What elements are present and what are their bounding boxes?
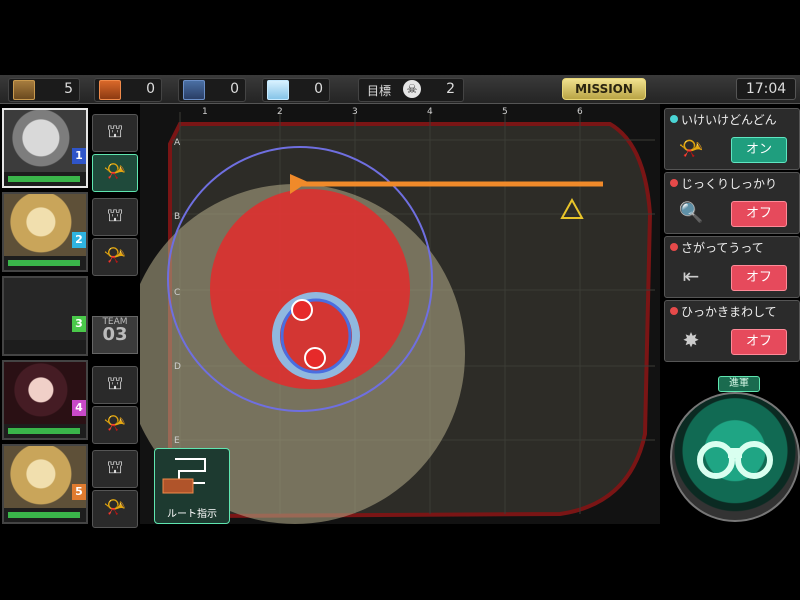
- hp-bar: [8, 428, 80, 434]
- resource-count: 0: [314, 81, 323, 97]
- unit-card-1[interactable]: 1: [2, 108, 88, 188]
- tactic-option-4: ひっかきまわして ✸ オフ: [664, 300, 800, 362]
- unit-card-5[interactable]: 5: [2, 444, 88, 524]
- resource-orange: 0: [94, 78, 162, 102]
- hp-bar: [8, 176, 80, 182]
- route-label: ルート指示: [167, 509, 217, 520]
- tactic-title: ひっかきまわして: [681, 305, 777, 319]
- tactic-title: さがってうって: [681, 241, 764, 255]
- unit-number: 2: [72, 232, 86, 248]
- unit-list: 1 2 3 4 5: [0, 104, 90, 524]
- unit-command-column: ⛫ 📯 ⛫ 📯 TEAM 03 ⛫ 📯 ⛫ 📯: [90, 104, 140, 528]
- orange-crate-icon: [99, 80, 121, 100]
- row-label: C: [174, 288, 181, 298]
- skull-icon: ☠: [403, 80, 421, 98]
- enemy-marker[interactable]: [304, 347, 326, 369]
- tactic-title: じっくりしっかり: [681, 177, 778, 191]
- row-label: A: [174, 138, 181, 148]
- status-lamp: [670, 179, 678, 187]
- goal-label: 目標: [367, 84, 392, 98]
- tactic-title: いけいけどんどん: [681, 113, 777, 127]
- team-badge: TEAM 03: [92, 316, 138, 354]
- tactic-option-1: いけいけどんどん 📯 オン: [664, 108, 800, 170]
- status-lamp: [670, 115, 678, 123]
- trumpet-icon[interactable]: 📯: [92, 238, 138, 276]
- trumpet-icon[interactable]: 📯: [92, 406, 138, 444]
- cannon-icon[interactable]: ⛫: [92, 450, 138, 488]
- col-label: 4: [427, 107, 433, 117]
- status-lamp: [670, 243, 678, 251]
- resource-count: 0: [146, 81, 155, 97]
- wood-crate-icon: [13, 80, 35, 100]
- mission-button[interactable]: MISSION: [562, 78, 646, 100]
- hp-bar: [8, 260, 80, 266]
- retreat-icon: ⇤: [682, 264, 700, 288]
- cannon-icon[interactable]: ⛫: [92, 114, 138, 152]
- resource-count: 0: [230, 81, 239, 97]
- resource-wood: 5: [8, 78, 80, 102]
- status-lamp: [670, 307, 678, 315]
- blue-crate-icon: [183, 80, 205, 100]
- tactic-option-3: さがってうって ⇤ オフ: [664, 236, 800, 298]
- col-label: 3: [352, 107, 358, 117]
- resource-ice: 0: [262, 78, 330, 102]
- route-icon: [162, 458, 206, 494]
- advance-control: 進軍: [660, 372, 800, 522]
- goal-count: 2: [446, 81, 455, 97]
- cannon-icon[interactable]: ⛫: [92, 366, 138, 404]
- row-label: B: [174, 212, 181, 222]
- advance-button[interactable]: [670, 392, 800, 522]
- tactic-toggle[interactable]: オン: [731, 137, 787, 163]
- row-label: D: [174, 362, 181, 372]
- col-label: 6: [577, 107, 583, 117]
- hp-bar: [8, 512, 80, 518]
- scatter-icon: ✸: [682, 328, 700, 352]
- unit-card-4[interactable]: 4: [2, 360, 88, 440]
- cannon-icon[interactable]: ⛫: [92, 198, 138, 236]
- tactic-option-2: じっくりしっかり 🔍 オフ: [664, 172, 800, 234]
- unit-number: 1: [72, 148, 86, 164]
- tactic-toggle[interactable]: オフ: [731, 265, 787, 291]
- goal-counter: 目標 ☠ 2: [358, 78, 464, 102]
- tactic-toggle[interactable]: オフ: [731, 329, 787, 355]
- clock: 17:04: [736, 78, 796, 100]
- resource-count: 5: [64, 81, 73, 97]
- trumpet-icon: 📯: [678, 136, 704, 160]
- enemy-marker[interactable]: [291, 299, 313, 321]
- unit-number: 3: [72, 316, 86, 332]
- col-label: 1: [202, 107, 208, 117]
- trumpet-icon[interactable]: 📯: [92, 154, 138, 192]
- unit-card-3[interactable]: 3: [2, 276, 88, 356]
- tactic-toggle[interactable]: オフ: [731, 201, 787, 227]
- unit-number: 4: [72, 400, 86, 416]
- unit-card-2[interactable]: 2: [2, 192, 88, 272]
- advance-label: 進軍: [718, 376, 760, 392]
- resource-bar: 5 0 0 0 目標 ☠ 2 MISSION 17:04: [0, 75, 800, 104]
- binoculars-icon: [697, 441, 773, 479]
- magnifier-icon: 🔍: [678, 200, 704, 224]
- team-badge-number: 03: [102, 324, 128, 345]
- ice-crate-icon: [267, 80, 289, 100]
- row-label: E: [174, 436, 180, 446]
- col-label: 5: [502, 107, 508, 117]
- unit-number: 5: [72, 484, 86, 500]
- route-instruction-button[interactable]: ルート指示: [154, 448, 230, 524]
- resource-blue: 0: [178, 78, 246, 102]
- col-label: 2: [277, 107, 283, 117]
- trumpet-icon[interactable]: 📯: [92, 490, 138, 528]
